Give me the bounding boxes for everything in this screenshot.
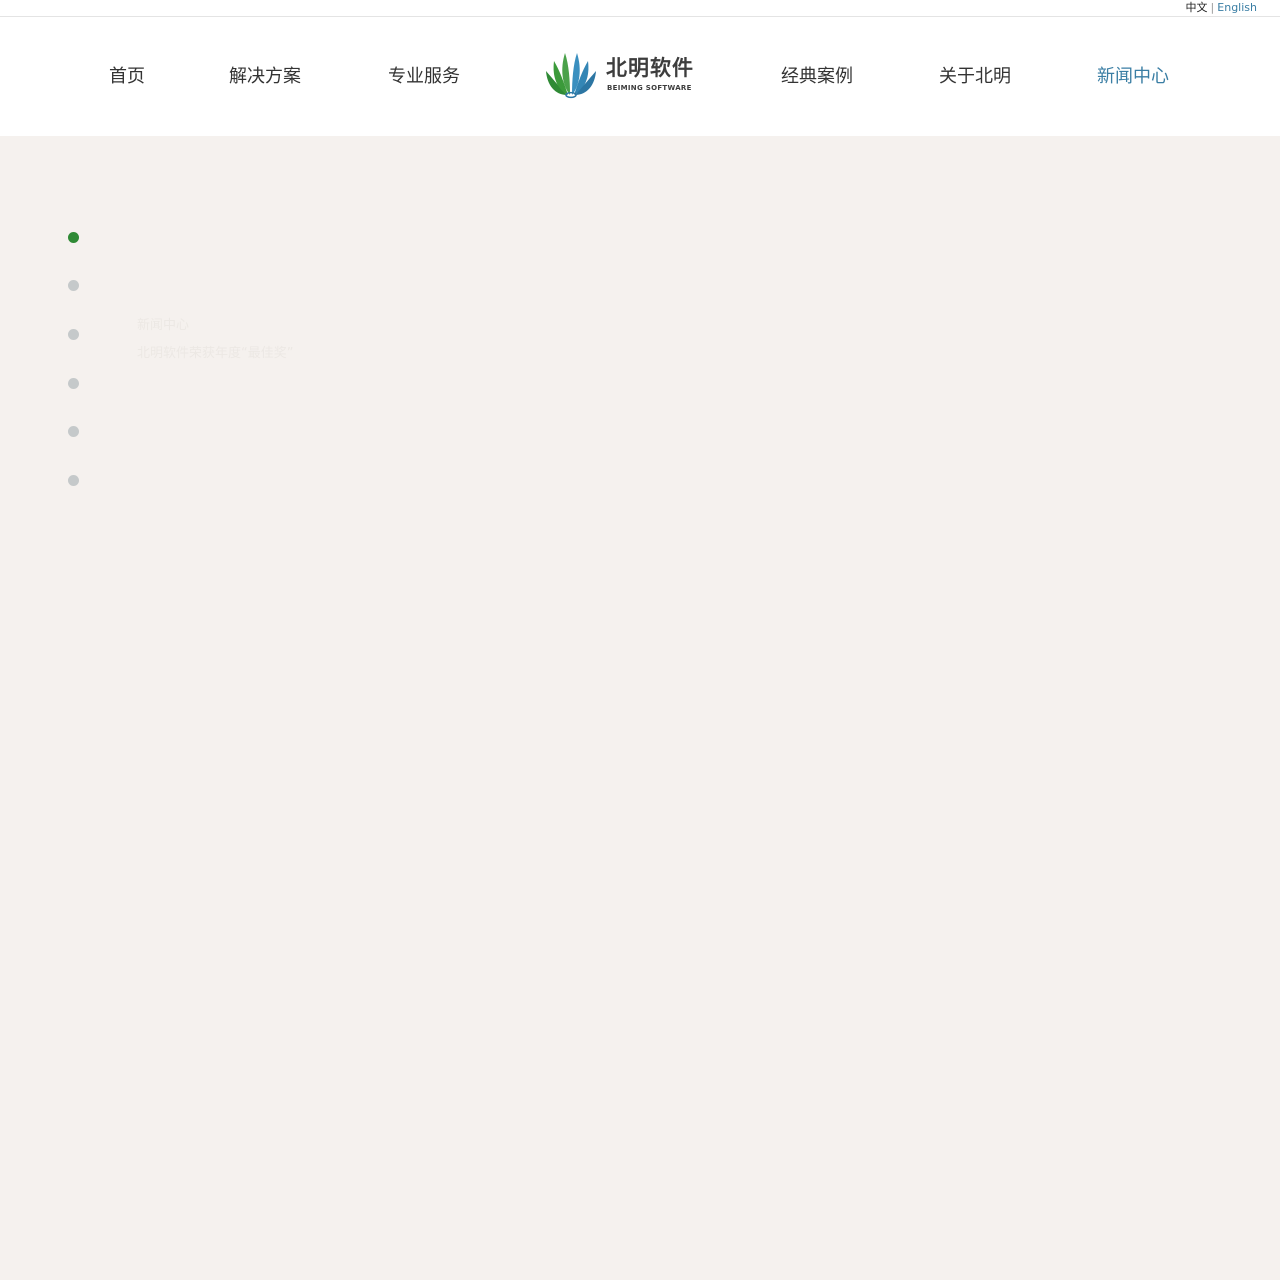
top-bar: 中文 | English [0,0,1280,17]
beiming-logo[interactable]: 北明软件 BEIMING SOFTWARE [543,51,701,101]
slider-dot[interactable] [68,329,79,340]
logo-name-cn: 北明软件 [606,56,694,80]
language-english-link[interactable]: English [1217,1,1257,14]
header-nav: 首页 解决方案 专业服务 北明软件 BEIMING SOFTWARE 经典案例 … [0,17,1280,136]
slider-dot[interactable] [68,232,79,243]
nav-item-solutions[interactable]: 解决方案 [229,65,301,89]
slider-dot[interactable] [68,426,79,437]
language-chinese-link[interactable]: 中文 [1186,1,1208,14]
slider-dot[interactable] [68,475,79,486]
nav-item-news[interactable]: 新闻中心 [1097,65,1169,89]
nav-item-cases[interactable]: 经典案例 [781,65,853,89]
nav-item-home[interactable]: 首页 [109,65,145,89]
nav-item-services[interactable]: 专业服务 [388,65,460,89]
banner-slider: 新闻中心 北明软件荣获年度“最佳奖” [0,136,1280,1280]
slider-dot[interactable] [68,378,79,389]
slider-dot[interactable] [68,280,79,291]
language-switch: 中文 | English [1186,1,1257,15]
language-separator: | [1210,1,1215,14]
slide-caption-subtitle: 北明软件荣获年度“最佳奖” [137,346,294,361]
slide-caption-title: 新闻中心 [137,318,190,333]
logo-name-en: BEIMING SOFTWARE [607,84,692,92]
nav-item-about[interactable]: 关于北明 [939,65,1011,89]
logo-leaf-icon [546,53,596,99]
